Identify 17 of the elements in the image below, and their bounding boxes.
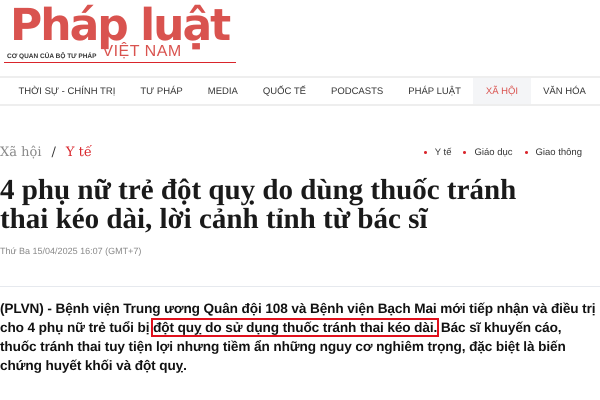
breadcrumb-link[interactable]: Xã hội xyxy=(0,144,42,160)
related-tag[interactable]: Y tế xyxy=(424,146,452,158)
nav-tab[interactable]: TƯ PHÁP xyxy=(128,78,196,104)
nav-tab[interactable]: PHÁP LUẬT xyxy=(396,78,474,104)
nav-tab[interactable]: PODCASTS xyxy=(318,78,396,104)
publish-date: Thứ Ba 15/04/2025 16:07 (GMT+7) xyxy=(0,246,142,256)
article-lead: (PLVN) - Bệnh viện Trung ương Quân đội 108 và Bệnh viện Bạch Mai mới tiếp nhận và điều trị cho 4 phụ nữ trẻ tuổi bị đột quỵ do sử dụng thuốc tránh thai kéo dài. Bác sĩ khuyến cáo, thuốc tránh thai tuy tiện lợi nhưng tiềm ẩn những nguy cơ nghiêm trọng, đặc biệt là biến chứng huyết khối và đột quỵ. xyxy=(0,300,596,375)
nav-tab[interactable]: XÃ HỘI xyxy=(473,78,531,104)
breadcrumb-separator: / xyxy=(52,144,56,160)
nav-tab[interactable]: THỜI SỰ - CHÍNH TRỊ xyxy=(6,78,128,104)
related-tag[interactable]: Giáo dục xyxy=(463,146,513,158)
related-tag[interactable]: Giao thông xyxy=(524,146,582,158)
nav-tab[interactable]: QUỐC TẾ xyxy=(250,78,318,104)
breadcrumb-link[interactable]: Y tế xyxy=(66,144,92,160)
nav-tab[interactable]: MEDIA xyxy=(195,78,250,104)
article-title: 4 phụ nữ trẻ đột quỵ do dùng thuốc tránh thai kéo dài, lời cảnh tỉnh từ bác sĩ xyxy=(0,176,518,234)
nav-tab[interactable]: VĂN HÓA xyxy=(530,78,598,104)
